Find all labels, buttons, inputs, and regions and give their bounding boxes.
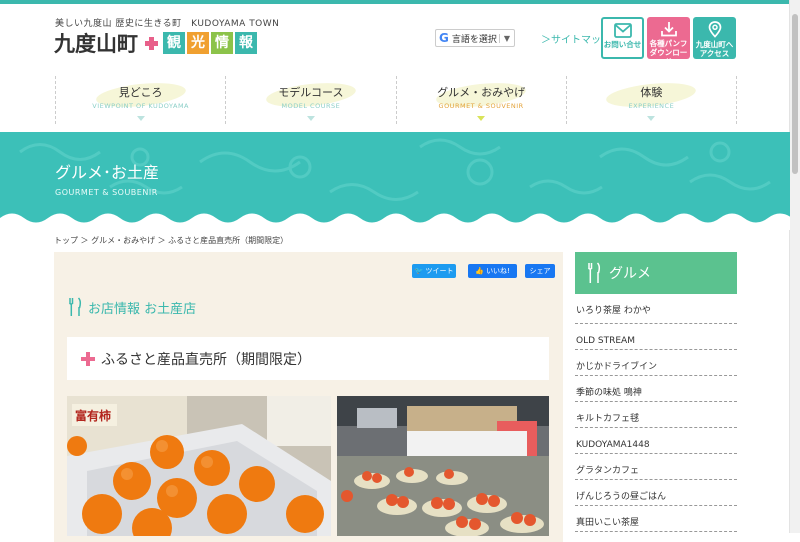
market-stall-photo [337, 396, 549, 536]
map-pin-icon [708, 21, 721, 38]
mail-icon [613, 23, 632, 38]
language-select-label: 言語を選択 [451, 34, 497, 45]
sidebar-item[interactable]: いろり茶屋 わかや [575, 294, 737, 324]
nav-item-model-course[interactable]: モデルコース MODEL COURSE [225, 76, 395, 124]
logo-char: 光 [187, 32, 209, 54]
sidebar-heading: グルメ [575, 252, 737, 294]
sidebar-item[interactable]: げんじろうの昼ごはん [575, 480, 737, 506]
fork-knife-icon [587, 262, 601, 283]
contact-label: お問い合せ [603, 40, 642, 49]
article-category-label: お店情報 お土産店 [88, 301, 197, 317]
nav-sublabel: MODEL COURSE [281, 102, 341, 110]
logo-char: 情 [211, 32, 233, 54]
page-subtitle: GOURMET & SOUBENIR [55, 188, 158, 197]
page-hero-banner: グルメ･お土産 GOURMET & SOUBENIR [0, 132, 790, 230]
pink-plus-icon [81, 351, 95, 366]
like-label: いいね! [486, 267, 510, 275]
logo-kanko-jouhou: 観 光 情 報 [163, 32, 257, 54]
contact-button[interactable]: お問い合せ [601, 17, 644, 59]
nav-item-experience[interactable]: 体験 EXPERIENCE [565, 76, 737, 124]
sidebar-item[interactable]: グラタンカフェ [575, 454, 737, 480]
sidebar-item[interactable]: 季節の味処 鳴神 [575, 376, 737, 402]
nav-item-viewpoint[interactable]: 見どころ VIEWPOINT OF KUDOYAMA [55, 76, 225, 124]
article-title: ふるさと産品直売所（期間限定） [101, 351, 311, 368]
logo-char: 観 [163, 32, 185, 54]
facebook-share-button[interactable]: シェア [525, 264, 555, 278]
thumbs-up-icon: 👍 [475, 267, 484, 275]
language-select[interactable]: G 言語を選択 ▼ [435, 29, 515, 47]
pamphlet-download-button[interactable]: 各種パンフ ダウンロード [647, 17, 690, 66]
page-title: グルメ･お土産 [55, 163, 160, 182]
nav-item-gourmet[interactable]: グルメ・おみやげ GOURMET & SOUVENIR [395, 76, 566, 124]
breadcrumb[interactable]: トップ ＞ グルメ・おみやげ ＞ ふるさと産品直売所（期間限定） [54, 235, 288, 246]
page-scrollbar[interactable] [789, 0, 800, 533]
sidebar-item[interactable]: かじかドライブイン [575, 350, 737, 376]
sidebar-item[interactable]: KUDOYAMA1448 [575, 428, 737, 454]
pamphlet-label-line2: ダウンロード [649, 48, 688, 66]
top-accent-line [0, 0, 790, 4]
nav-triangle-icon [477, 116, 486, 121]
nav-label: モデルコース [278, 86, 344, 99]
nav-label: 体験 [640, 86, 663, 99]
article-title-box: ふるさと産品直売所（期間限定） [67, 337, 549, 380]
access-label-line1: 九度山町へ [695, 40, 734, 49]
nav-sublabel: VIEWPOINT OF KUDOYAMA [92, 102, 189, 110]
nav-sublabel: EXPERIENCE [628, 102, 675, 110]
facebook-like-button[interactable]: 👍 いいね! [468, 264, 517, 278]
fork-knife-icon [68, 297, 82, 316]
google-g-icon: G [439, 31, 449, 45]
nav-label: グルメ・おみやげ [437, 86, 526, 99]
scrollbar-thumb[interactable] [792, 14, 798, 174]
tweet-label: ツイート [425, 267, 454, 275]
nav-triangle-icon [306, 116, 315, 121]
global-nav: 見どころ VIEWPOINT OF KUDOYAMA モデルコース MODEL … [55, 76, 737, 124]
twitter-icon: 🐦 [414, 267, 424, 275]
site-logo[interactable]: 九度山町 観 光 情 報 [54, 31, 257, 56]
sidebar-list: いろり茶屋 わかや OLD STREAM かじかドライブイン 季節の味処 鳴神 … [575, 294, 737, 532]
article-category: お店情報 お土産店 [68, 297, 196, 317]
logo-text: 九度山町 [54, 31, 138, 56]
logo-plus-icon [145, 36, 158, 50]
access-button[interactable]: 九度山町へ アクセス [693, 17, 736, 59]
nav-label: 見どころ [118, 86, 163, 99]
sidebar-item[interactable]: OLD STREAM [575, 324, 737, 350]
access-label-line2: アクセス [699, 49, 730, 58]
tweet-button[interactable]: 🐦 ツイート [412, 264, 456, 278]
sidebar: グルメ いろり茶屋 わかや OLD STREAM かじかドライブイン 季節の味処… [575, 252, 737, 532]
logo-char: 報 [235, 32, 257, 54]
nav-triangle-icon [136, 116, 145, 121]
sidebar-item[interactable]: キルトカフェ毬 [575, 402, 737, 428]
article-area: 🐦 ツイート 👍 いいね! シェア お店情報 お土産店 ふるさと産品直売所（期間… [54, 252, 563, 542]
download-icon [660, 22, 677, 37]
photo-box-label: 富有柿 [75, 408, 111, 423]
nav-sublabel: GOURMET & SOUVENIR [438, 102, 524, 110]
persimmon-box-photo: 富有柿 [67, 396, 331, 536]
sidebar-item[interactable]: 真田いこい茶屋 [575, 506, 737, 532]
sidebar-heading-label: グルメ [609, 266, 651, 282]
nav-triangle-icon [647, 116, 656, 121]
chevron-down-icon: ▼ [498, 33, 514, 43]
pamphlet-label-line1: 各種パンフ [649, 39, 688, 48]
